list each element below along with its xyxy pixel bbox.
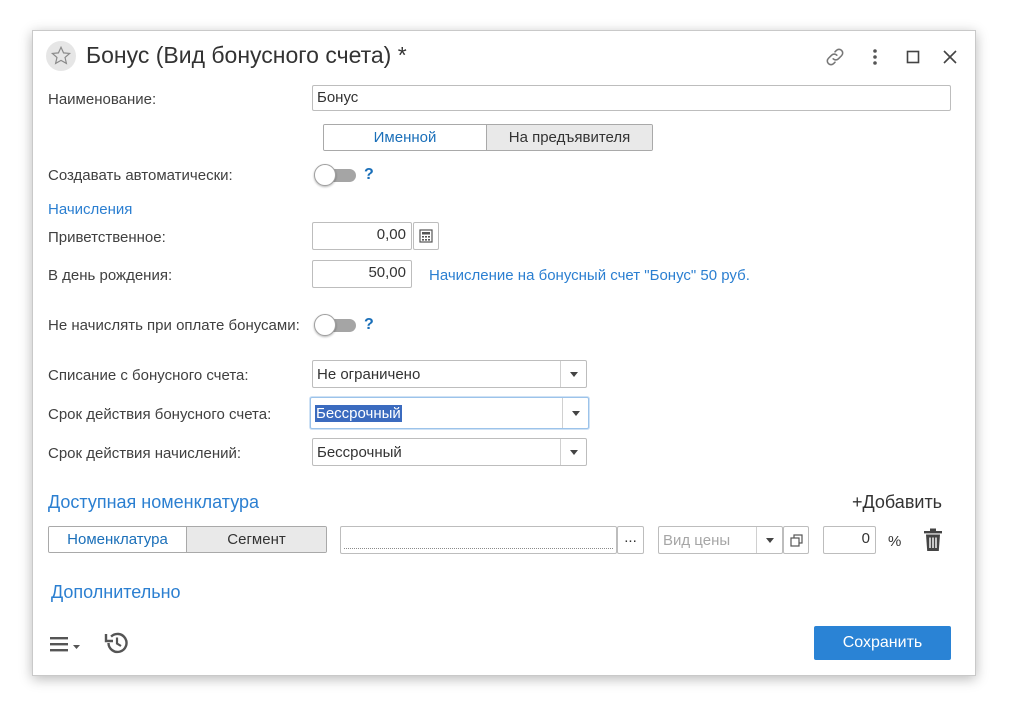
nomenclature-switch: Номенклатура Сегмент [48,526,327,553]
nomenclature-section-title: Доступная номенклатура [48,492,260,512]
accrual-validity-select[interactable]: Бессрочный [312,438,587,466]
no-accrual-label: Не начислять при оплате бонусами: [48,317,300,334]
maximize-icon[interactable] [901,45,925,69]
birthday-label: В день рождения: [48,267,173,284]
writeoff-select-value: Не ограничено [317,366,421,383]
account-validity-select-value: Бессрочный [315,405,402,422]
no-accrual-help[interactable]: ? [364,316,374,334]
chevron-down-icon[interactable] [560,439,586,465]
percent-sign: % [888,533,902,550]
account-type-switch: Именной На предъявителя [323,124,653,151]
favorite-star-icon[interactable] [46,41,76,71]
percent-input[interactable]: 0 [823,526,876,554]
account-validity-select[interactable]: Бессрочный [310,397,589,429]
name-input-value: Бонус [317,89,359,106]
calculator-icon [419,229,433,243]
auto-create-label: Создавать автоматически: [48,167,233,184]
nomenclature-input[interactable] [340,526,617,554]
delete-trash-icon[interactable] [921,527,945,553]
menu-icon[interactable] [50,634,86,654]
name-label: Наименование: [48,91,157,108]
birthday-hint: Начисление на бонусный счет "Бонус" 50 р… [429,267,750,284]
account-validity-label: Срок действия бонусного счета: [48,406,272,423]
tab-nomenclature[interactable]: Номенклатура [49,527,186,552]
bonus-form-window: Бонус (Вид бонусного счета) * Наименован… [32,30,976,676]
auto-create-help[interactable]: ? [364,166,374,184]
accruals-header: Начисления [48,201,133,218]
birthday-input-value: 50,00 [368,264,406,281]
no-accrual-toggle[interactable] [314,314,356,336]
welcome-input[interactable]: 0,00 [312,222,412,250]
welcome-label: Приветственное: [48,229,166,246]
auto-create-toggle[interactable] [314,164,356,186]
type-option-bearer[interactable]: На предъявителя [486,125,652,150]
input-underline [344,548,613,549]
chevron-down-icon[interactable] [756,527,782,553]
additional-section[interactable]: Дополнительно [51,582,181,603]
toggle-knob [314,164,336,186]
price-type-select[interactable]: Вид цены [658,526,783,554]
writeoff-select[interactable]: Не ограничено [312,360,587,388]
close-icon[interactable] [938,45,962,69]
nomenclature-choose-button[interactable]: ... [617,526,644,554]
accrual-validity-label: Срок действия начислений: [48,445,242,462]
welcome-input-value: 0,00 [376,226,406,243]
save-button[interactable]: Сохранить [814,626,951,660]
more-vertical-icon[interactable] [863,45,887,69]
link-icon[interactable] [823,45,847,69]
toggle-knob [314,314,336,336]
price-type-placeholder: Вид цены [663,532,731,549]
title-bar: Бонус (Вид бонусного счета) * [33,31,975,83]
chevron-down-icon[interactable] [562,398,588,428]
writeoff-label: Списание с бонусного счета: [48,367,249,384]
add-button[interactable]: +Добавить [852,492,942,513]
tab-segment[interactable]: Сегмент [186,527,326,552]
window-title: Бонус (Вид бонусного счета) * [86,42,407,68]
open-price-type-button[interactable] [783,526,809,554]
birthday-input[interactable]: 50,00 [312,260,412,288]
calculator-button[interactable] [413,222,439,250]
name-input[interactable]: Бонус [312,85,951,111]
history-icon[interactable] [103,629,131,657]
type-option-named[interactable]: Именной [324,125,487,150]
open-window-icon [789,533,803,547]
accrual-validity-select-value: Бессрочный [317,444,402,461]
percent-input-value: 0 [861,530,870,547]
chevron-down-icon[interactable] [560,361,586,387]
